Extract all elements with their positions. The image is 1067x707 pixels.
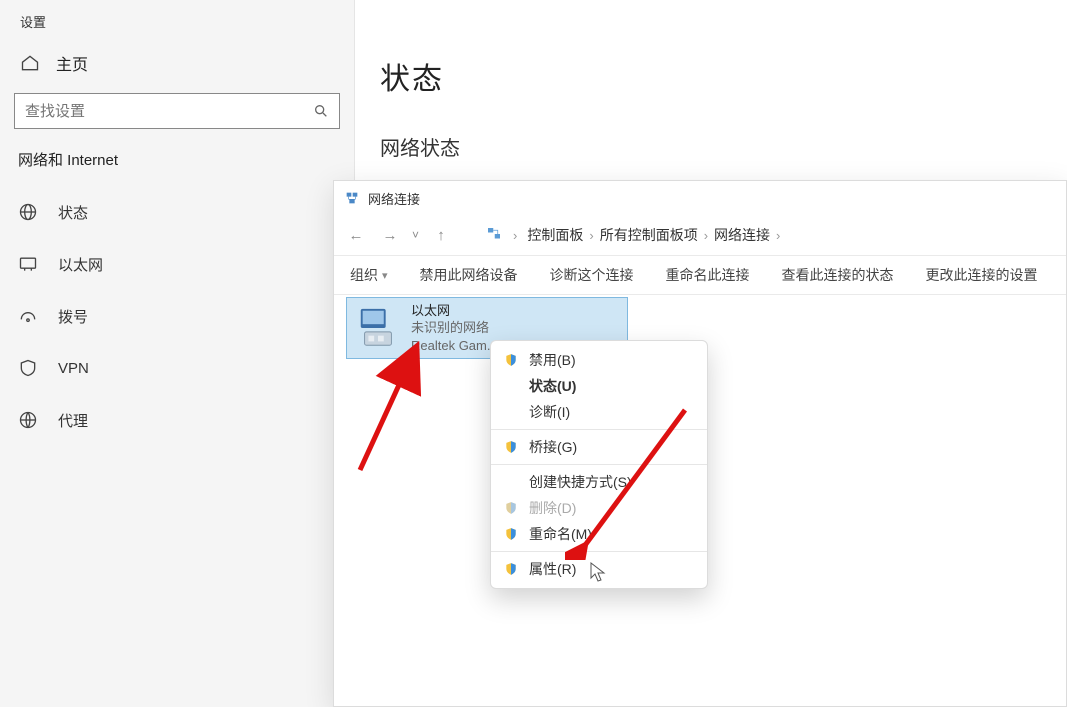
shield-spacer (503, 378, 519, 394)
nav-forward-button[interactable]: → (378, 227, 402, 244)
ctx-bridge[interactable]: 桥接(G) (491, 434, 707, 460)
breadcrumb-sep: › (589, 228, 593, 243)
ctx-label: 禁用(B) (529, 350, 576, 370)
vpn-icon (18, 358, 38, 378)
toolbar-viewstatus[interactable]: 查看此连接的状态 (782, 265, 894, 285)
breadcrumb-item[interactable]: 网络连接 (714, 225, 770, 245)
explorer-title-text: 网络连接 (368, 189, 420, 208)
shield-icon (503, 500, 519, 516)
sidebar-item-label: 以太网 (58, 254, 103, 275)
breadcrumb-item[interactable]: 所有控制面板项 (600, 225, 698, 245)
shield-icon (503, 352, 519, 368)
sidebar-list: 状态 以太网 拨号 VPN 代理 (0, 186, 354, 446)
section-title: 网络状态 (380, 132, 460, 161)
shield-icon (503, 561, 519, 577)
toolbar-diagnose[interactable]: 诊断这个连接 (550, 265, 634, 285)
explorer-titlebar: 网络连接 (334, 181, 1066, 215)
settings-main: 状态 网络状态 (380, 54, 460, 161)
status-icon (18, 202, 38, 222)
sidebar-item-label: 拨号 (58, 306, 88, 327)
breadcrumb-item[interactable]: 控制面板 (527, 225, 583, 245)
breadcrumb-sep: › (704, 228, 708, 243)
ctx-label: 桥接(G) (529, 437, 577, 457)
nav-back-button[interactable]: ← (344, 227, 368, 244)
ctx-diagnose[interactable]: 诊断(I) (491, 399, 707, 425)
adapter-status: 未识别的网络 (411, 319, 498, 337)
proxy-icon (18, 410, 38, 430)
adapter-text: 以太网 未识别的网络 Realtek Gam... (411, 302, 498, 355)
ctx-label: 创建快捷方式(S) (529, 472, 632, 492)
sidebar-item-label: 代理 (58, 410, 88, 431)
ctx-disable[interactable]: 禁用(B) (491, 347, 707, 373)
adapter-name: 以太网 (411, 302, 498, 320)
breadcrumb-sep: › (513, 228, 517, 243)
settings-header: 设置 (0, 0, 354, 31)
adapter-icon (355, 305, 401, 351)
ctx-delete: 删除(D) (491, 495, 707, 521)
ctx-label: 删除(D) (529, 498, 576, 518)
settings-sidebar: 设置 主页 网络和 Internet 状态 以太网 拨号 (0, 0, 355, 707)
ethernet-icon (18, 254, 38, 274)
search-input[interactable] (25, 103, 313, 120)
search-input-wrapper[interactable] (14, 93, 340, 129)
ctx-shortcut[interactable]: 创建快捷方式(S) (491, 469, 707, 495)
toolbar-rename[interactable]: 重命名此连接 (666, 265, 750, 285)
ctx-separator (491, 464, 707, 465)
ctx-label: 状态(U) (529, 376, 576, 396)
search-icon (313, 103, 329, 119)
ctx-status[interactable]: 状态(U) (491, 373, 707, 399)
home-link[interactable]: 主页 (0, 31, 354, 93)
ctx-separator (491, 551, 707, 552)
ctx-label: 诊断(I) (529, 402, 570, 422)
breadcrumb-sep: › (776, 228, 780, 243)
shield-icon (503, 439, 519, 455)
sidebar-item-proxy[interactable]: 代理 (0, 394, 354, 446)
shield-spacer (503, 404, 519, 420)
sidebar-item-label: VPN (58, 360, 89, 377)
category-label: 网络和 Internet (0, 149, 354, 186)
nav-row: ← → ˅ ↑ › 控制面板 › 所有控制面板项 › 网络连接 › (334, 215, 1066, 255)
nav-folder-icon (485, 225, 503, 246)
breadcrumb: 控制面板 › 所有控制面板项 › 网络连接 › (527, 225, 780, 245)
network-folder-icon (344, 190, 360, 206)
ctx-label: 属性(R) (529, 559, 576, 579)
sidebar-item-status[interactable]: 状态 (0, 186, 354, 238)
sidebar-item-ethernet[interactable]: 以太网 (0, 238, 354, 290)
sidebar-item-label: 状态 (58, 202, 88, 223)
toolbar-changeset[interactable]: 更改此连接的设置 (926, 265, 1038, 285)
shield-spacer (503, 474, 519, 490)
ctx-rename[interactable]: 重命名(M) (491, 521, 707, 547)
dialup-icon (18, 306, 38, 326)
page-title: 状态 (380, 54, 460, 98)
nav-history-dropdown[interactable]: ˅ (412, 228, 419, 242)
toolbar-organize[interactable]: 组织▾ (350, 265, 388, 285)
nav-up-button[interactable]: ↑ (429, 227, 453, 244)
context-menu: 禁用(B) 状态(U) 诊断(I) 桥接(G) 创建快捷方式(S) 删除(D) … (490, 340, 708, 589)
sidebar-item-dialup[interactable]: 拨号 (0, 290, 354, 342)
explorer-toolbar: 组织▾ 禁用此网络设备 诊断这个连接 重命名此连接 查看此连接的状态 更改此连接… (334, 255, 1066, 295)
shield-icon (503, 526, 519, 542)
adapter-driver: Realtek Gam... (411, 337, 498, 355)
ctx-properties[interactable]: 属性(R) (491, 556, 707, 582)
home-label: 主页 (56, 51, 88, 75)
ctx-label: 重命名(M) (529, 524, 592, 544)
sidebar-item-vpn[interactable]: VPN (0, 342, 354, 394)
home-icon (20, 53, 40, 73)
toolbar-disable[interactable]: 禁用此网络设备 (420, 265, 518, 285)
ctx-separator (491, 429, 707, 430)
